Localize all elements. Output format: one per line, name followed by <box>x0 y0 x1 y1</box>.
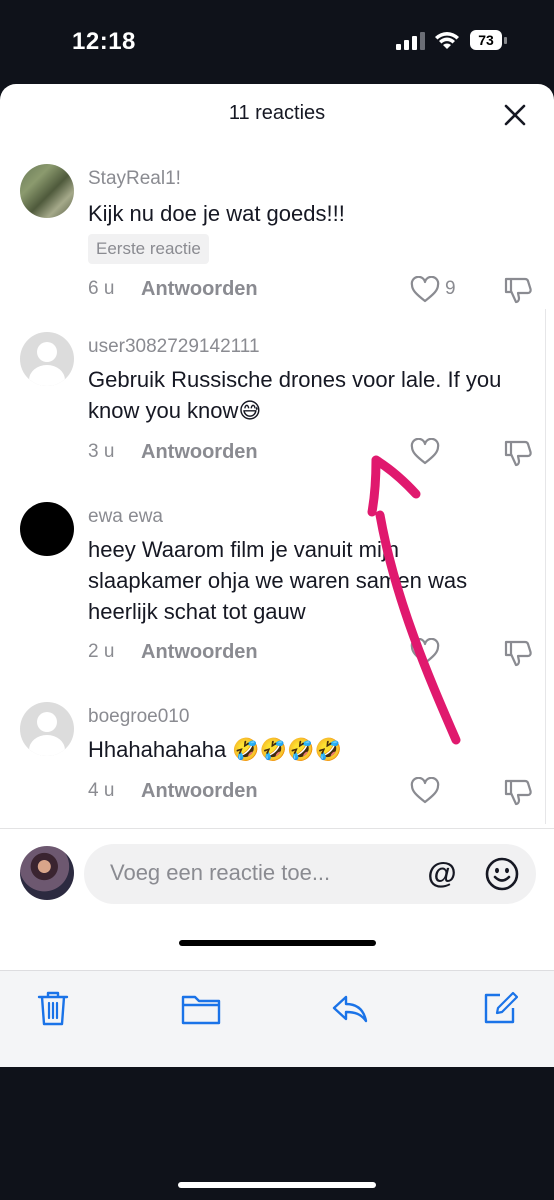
comment-time: 3 u <box>88 441 115 462</box>
battery-level: 73 <box>470 30 502 50</box>
status-time: 12:18 <box>72 28 136 55</box>
like-count: 9 <box>445 278 456 299</box>
wifi-icon <box>435 32 459 49</box>
compose-icon[interactable] <box>482 989 518 1027</box>
mail-toolbar <box>0 970 554 1067</box>
comment-username[interactable]: boegroe010 <box>88 706 189 728</box>
avatar[interactable] <box>20 332 74 386</box>
status-bar: 12:18 73 <box>0 0 554 84</box>
reply-button[interactable]: Antwoorden <box>141 641 258 664</box>
comment-text: heey Waarom film je vanuit mijn slaapkam… <box>88 537 468 624</box>
scrollbar-track <box>545 309 546 824</box>
dislike-icon[interactable] <box>503 438 533 468</box>
sheet-title: 11 reacties <box>228 102 326 124</box>
reply-button[interactable]: Antwoorden <box>141 780 258 803</box>
battery-icon: 73 <box>470 30 508 52</box>
heart-icon[interactable] <box>410 438 440 466</box>
mention-button[interactable]: @ <box>424 856 460 892</box>
first-comment-badge: Eerste reactie <box>88 234 209 264</box>
folder-icon[interactable] <box>181 989 221 1027</box>
signal-icon <box>396 32 425 50</box>
home-indicator <box>179 940 376 946</box>
emoji-icon[interactable] <box>484 856 520 892</box>
comment-time: 4 u <box>88 780 115 801</box>
comment-username[interactable]: user3082729142111 <box>88 336 260 358</box>
comment-time: 6 u <box>88 278 115 299</box>
comments-sheet: 11 reacties StayReal1! Kijk nu doe je wa… <box>0 84 554 970</box>
heart-icon[interactable] <box>410 777 440 805</box>
comment-username[interactable]: StayReal1! <box>88 168 181 190</box>
avatar[interactable] <box>20 164 74 218</box>
reply-icon[interactable] <box>330 989 370 1027</box>
trash-icon[interactable] <box>35 989 71 1027</box>
reply-button[interactable]: Antwoorden <box>141 278 258 301</box>
comment-text: Hhahahahaha 🤣🤣🤣🤣 <box>88 737 342 762</box>
avatar[interactable] <box>20 702 74 756</box>
dislike-icon[interactable] <box>503 638 533 668</box>
heart-icon[interactable] <box>410 276 440 304</box>
avatar[interactable] <box>20 502 74 556</box>
dislike-icon[interactable] <box>503 777 533 807</box>
close-icon[interactable] <box>500 100 530 130</box>
reply-button[interactable]: Antwoorden <box>141 441 258 464</box>
dislike-icon[interactable] <box>503 275 533 305</box>
comment-text: Kijk nu doe je wat goeds!!! <box>88 201 345 226</box>
heart-icon[interactable] <box>410 638 440 666</box>
divider <box>0 828 554 829</box>
comment-username[interactable]: ewa ewa <box>88 506 163 528</box>
comment-text: Gebruik Russische drones voor lale. If y… <box>88 367 502 423</box>
my-avatar <box>20 846 74 900</box>
comment-time: 2 u <box>88 641 115 662</box>
input-placeholder: Voeg een reactie toe... <box>110 860 331 885</box>
home-indicator-bottom <box>178 1182 376 1188</box>
comment-input[interactable]: Voeg een reactie toe... @ <box>84 844 536 904</box>
